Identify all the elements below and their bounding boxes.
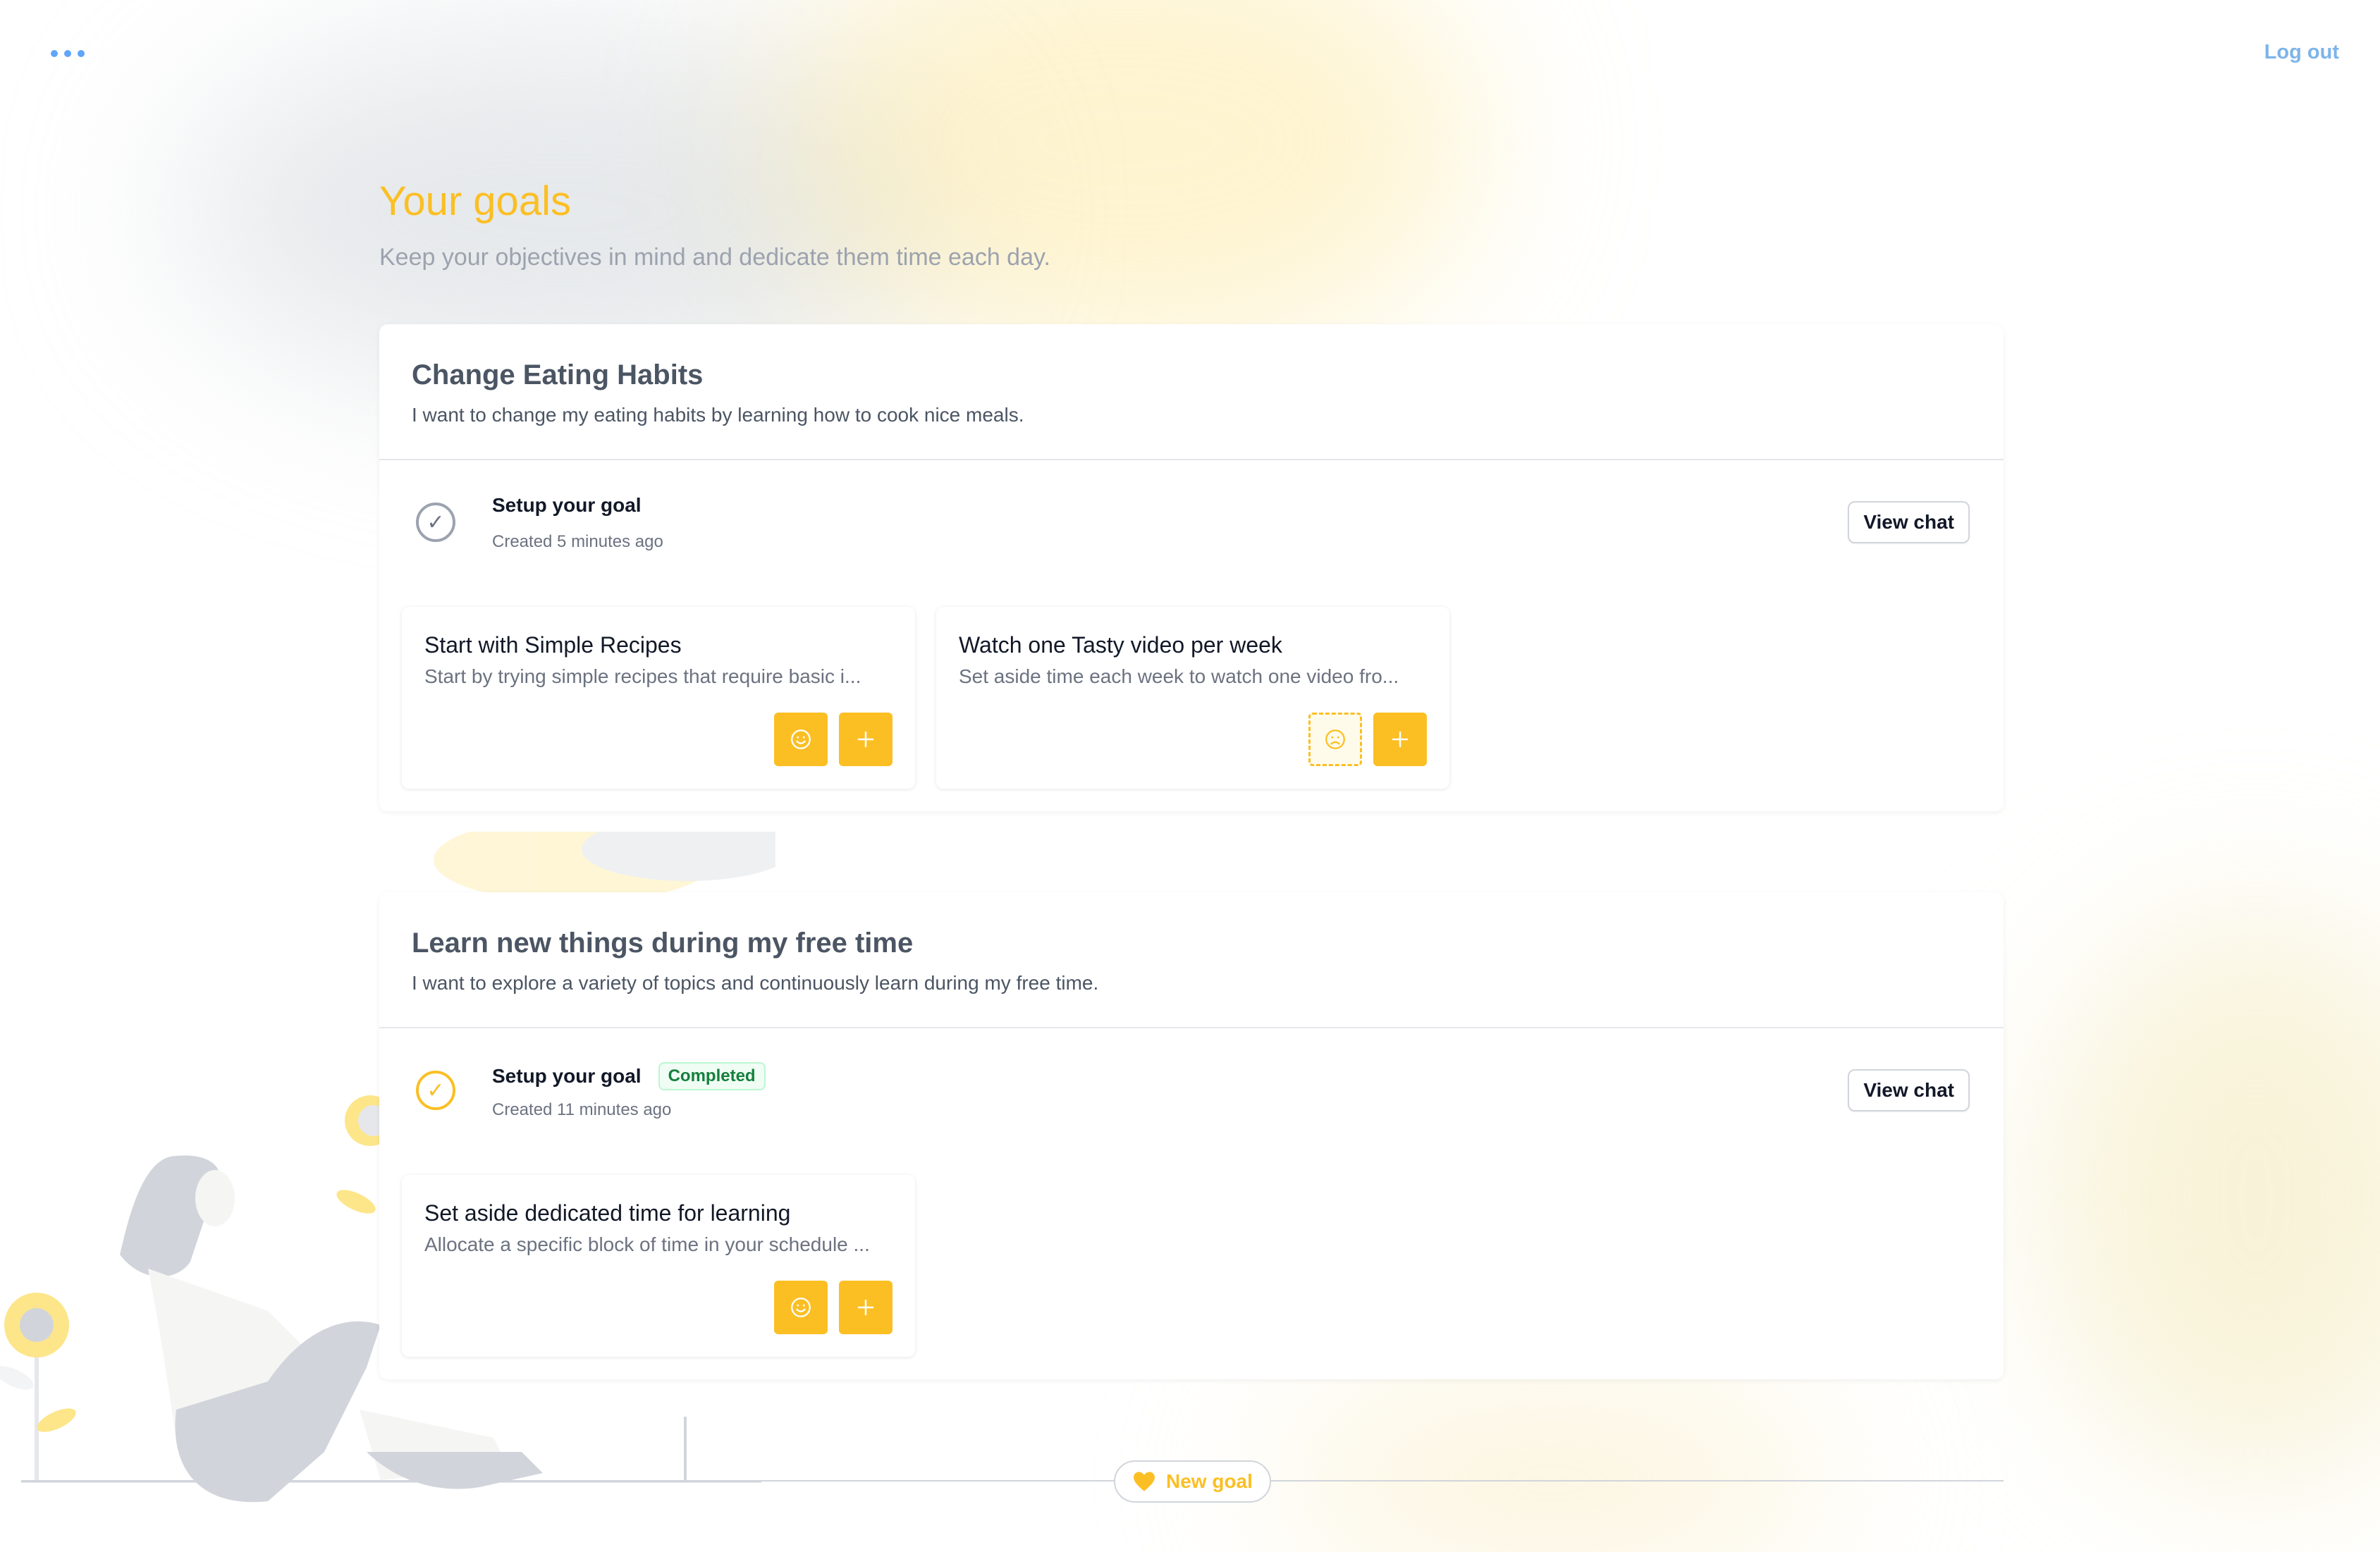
task-actions — [1308, 713, 1427, 766]
mood-smile-button[interactable] — [774, 713, 828, 766]
step-created-time: Created 5 minutes ago — [492, 532, 663, 551]
task-actions — [774, 1281, 892, 1334]
task-list: Start with Simple Recipes Start by tryin… — [379, 586, 2004, 811]
goal-header: Change Eating Habits I want to change my… — [379, 324, 2004, 460]
goal-header: Learn new things during my free time I w… — [379, 892, 2004, 1028]
step-title-line: Setup your goal — [492, 494, 642, 517]
smile-icon — [791, 1298, 811, 1317]
bottom-divider — [21, 1480, 2004, 1482]
completed-badge: Completed — [658, 1062, 766, 1090]
task-card[interactable]: Start with Simple Recipes Start by tryin… — [402, 607, 915, 789]
view-chat-button[interactable]: View chat — [1848, 501, 1970, 543]
add-progress-button[interactable] — [839, 1281, 892, 1334]
menu-dot — [51, 50, 58, 57]
task-description: Start by trying simple recipes that requ… — [424, 665, 861, 687]
background-blob-yellow — [775, 0, 1480, 367]
mood-frown-button[interactable] — [1308, 713, 1362, 766]
page-subtitle: Keep your objectives in mind and dedicat… — [379, 244, 1050, 271]
task-description: Set aside time each week to watch one vi… — [959, 665, 1399, 687]
goal-title: Learn new things during my free time — [412, 928, 914, 959]
goal-step-row: ✓ Setup your goal Completed Created 11 m… — [379, 1028, 2004, 1154]
add-progress-button[interactable] — [839, 713, 892, 766]
task-list: Set aside dedicated time for learning Al… — [379, 1154, 2004, 1379]
goal-card: Learn new things during my free time I w… — [379, 892, 2004, 1379]
check-circle-icon: ✓ — [416, 503, 455, 542]
goal-description: I want to explore a variety of topics an… — [412, 972, 1099, 994]
goal-card: Change Eating Habits I want to change my… — [379, 324, 2004, 811]
add-progress-button[interactable] — [1373, 713, 1427, 766]
goal-description: I want to change my eating habits by lea… — [412, 404, 1024, 426]
step-title-line: Setup your goal Completed — [492, 1062, 766, 1090]
new-goal-button[interactable]: New goal — [1114, 1460, 1271, 1503]
goal-title: Change Eating Habits — [412, 359, 704, 390]
step-title: Setup your goal — [492, 1065, 642, 1087]
plus-icon — [857, 1299, 874, 1316]
step-title: Setup your goal — [492, 494, 642, 516]
logout-link[interactable]: Log out — [2264, 41, 2339, 64]
page-title: Your goals — [379, 178, 571, 224]
check-circle-icon: ✓ — [416, 1071, 455, 1110]
task-card[interactable]: Watch one Tasty video per week Set aside… — [936, 607, 1449, 789]
task-description: Allocate a specific block of time in you… — [424, 1233, 870, 1255]
task-actions — [774, 713, 892, 766]
heart-icon — [1134, 1472, 1155, 1491]
mood-smile-button[interactable] — [774, 1281, 828, 1334]
new-goal-label: New goal — [1166, 1470, 1253, 1492]
step-created-time: Created 11 minutes ago — [492, 1100, 672, 1119]
task-title: Start with Simple Recipes — [424, 632, 682, 658]
menu-ellipsis-icon[interactable] — [51, 47, 85, 61]
task-card[interactable]: Set aside dedicated time for learning Al… — [402, 1175, 915, 1357]
menu-dot — [64, 50, 71, 57]
goal-step-row: ✓ Setup your goal Created 5 minutes ago … — [379, 460, 2004, 586]
task-title: Watch one Tasty video per week — [959, 632, 1282, 658]
plus-icon — [857, 731, 874, 748]
view-chat-button[interactable]: View chat — [1848, 1069, 1970, 1111]
task-title: Set aside dedicated time for learning — [424, 1200, 791, 1226]
smile-icon — [791, 729, 811, 749]
background-blob-yellow-bottom — [1269, 1374, 1833, 1552]
background-blob-yellow-right — [2044, 916, 2380, 1480]
frown-icon — [1325, 729, 1345, 749]
menu-dot — [78, 50, 85, 57]
plus-icon — [1392, 731, 1409, 748]
